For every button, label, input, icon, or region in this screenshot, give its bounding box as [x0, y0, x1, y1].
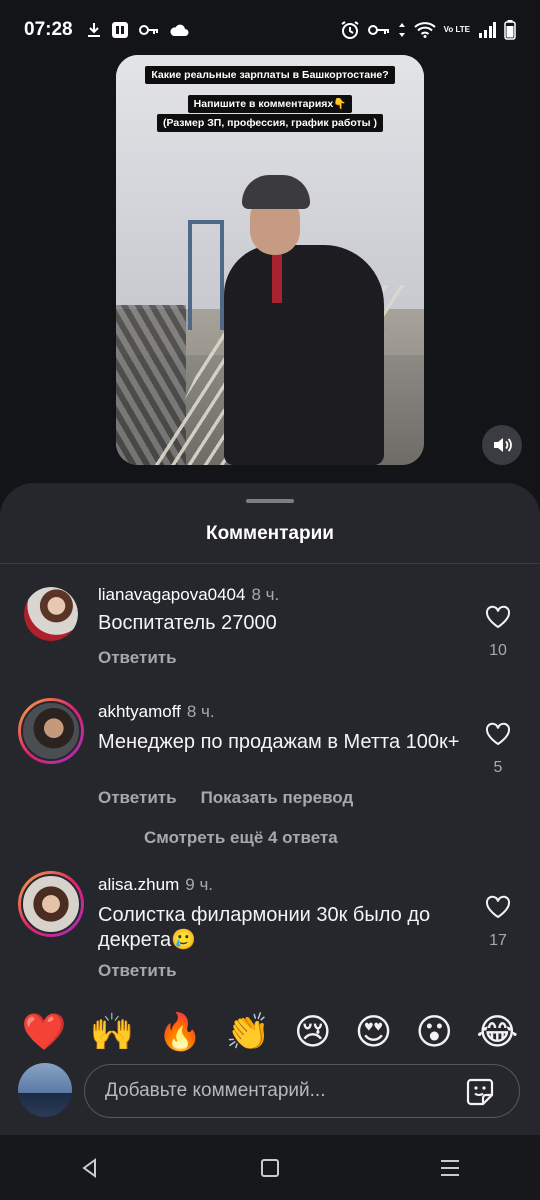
like-count: 17 — [489, 932, 507, 949]
my-avatar — [18, 1063, 72, 1117]
system-nav-bar — [0, 1135, 540, 1200]
video-caption: Какие реальные зарплаты в Башкортостане?… — [116, 65, 424, 132]
wifi-icon — [413, 22, 436, 38]
sticker-icon[interactable] — [463, 1075, 497, 1109]
emoji-raised-hands-button[interactable]: 🙌 — [90, 1013, 135, 1053]
like-group: 10 — [480, 605, 516, 660]
reply-button[interactable]: Ответить — [98, 788, 177, 808]
comment-input-bar: Добавьте комментарий... — [0, 1056, 540, 1136]
cloud-icon — [170, 24, 189, 36]
download-icon — [87, 23, 100, 37]
emoji-clapping-button[interactable]: 👏 — [226, 1013, 271, 1053]
comment-actions: Ответить — [98, 961, 177, 981]
comment-text: Воспитатель 27000 — [98, 612, 277, 634]
data-arrows-icon — [398, 23, 405, 37]
sound-toggle-button[interactable] — [482, 425, 522, 465]
video-bridge-tower — [188, 220, 224, 330]
signal-icon — [479, 22, 496, 38]
comment-username[interactable]: alisa.zhum — [98, 875, 179, 894]
like-group: 17 — [480, 895, 516, 950]
comment-time: 9 ч. — [185, 875, 214, 894]
comment-header: alisa.zhum 9 ч. — [98, 875, 213, 895]
comment-time: 8 ч. — [186, 702, 215, 721]
comment-input-placeholder: Добавьте комментарий... — [105, 1080, 326, 1101]
emoji-red-heart-button[interactable]: ❤️ — [22, 1013, 67, 1053]
sheet-title: Комментарии — [206, 523, 334, 544]
divider — [0, 563, 540, 564]
avatar[interactable] — [24, 587, 78, 641]
status-left-icons — [87, 21, 189, 39]
key-icon — [138, 25, 158, 35]
status-right-icons: Vo LTE — [340, 20, 516, 40]
nav-home-button[interactable] — [250, 1148, 290, 1188]
heart-icon[interactable] — [485, 605, 511, 629]
reply-button[interactable]: Ответить — [98, 648, 177, 668]
volte-icon: Vo LTE — [443, 25, 470, 34]
avatar[interactable] — [18, 698, 84, 764]
vpn-key-icon — [367, 25, 389, 35]
comment-input[interactable]: Добавьте комментарий... — [84, 1064, 520, 1118]
comment-actions: Ответить — [98, 648, 177, 668]
like-count: 5 — [493, 759, 503, 776]
comment-username[interactable]: lianavagapova0404 — [98, 585, 245, 604]
view-more-replies-button[interactable]: Смотреть ещё 4 ответа — [144, 828, 338, 848]
comment-actions: Ответить Показать перевод — [98, 788, 353, 808]
comment-text: Менеджер по продажам в Метта 100к+ — [98, 731, 460, 753]
comment-username[interactable]: akhtyamoff — [98, 702, 181, 721]
caption-title: Какие реальные зарплаты в Башкортостане? — [145, 66, 395, 84]
like-count: 10 — [489, 642, 507, 659]
video-person — [224, 175, 414, 465]
emoji-laughing-button[interactable]: 😂 — [476, 1013, 518, 1053]
emoji-fire-button[interactable]: 🔥 — [158, 1013, 203, 1053]
back-triangle-icon — [82, 1157, 96, 1178]
emoji-heart-eyes-button[interactable]: 😍 — [355, 1013, 393, 1053]
comment-header: lianavagapova0404 8 ч. — [98, 585, 279, 605]
status-time: 07:28 — [24, 19, 73, 40]
like-group: 5 — [480, 722, 516, 777]
battery-icon — [504, 20, 516, 40]
emoji-surprised-button[interactable]: 😮 — [416, 1013, 454, 1053]
speaker-icon — [494, 438, 512, 452]
emoji-crying-button[interactable]: 😢 — [294, 1013, 332, 1053]
caption-line-2: (Размер ЗП, профессия, график работы ) — [156, 114, 384, 132]
alarm-icon — [341, 21, 359, 39]
heart-icon[interactable] — [485, 722, 511, 746]
caption-line-1: Напишите в комментариях👇 — [187, 95, 353, 113]
sheet-grabber[interactable] — [246, 499, 294, 503]
heart-icon[interactable] — [485, 895, 511, 919]
nav-menu-button[interactable] — [430, 1148, 470, 1188]
comment-text: Солистка филармонии 30к было до декрета🥲 — [98, 904, 431, 951]
home-square-icon — [261, 1158, 279, 1177]
avatar[interactable] — [18, 871, 84, 937]
reply-button[interactable]: Ответить — [98, 961, 177, 981]
translate-button[interactable]: Показать перевод — [201, 788, 354, 808]
app-icon — [111, 22, 128, 38]
status-bar: 07:28 Vo LTE — [0, 0, 540, 60]
comment-header: akhtyamoff 8 ч. — [98, 702, 215, 722]
nav-back-button[interactable] — [70, 1148, 110, 1188]
reel-video[interactable]: Какие реальные зарплаты в Башкортостане?… — [116, 55, 424, 465]
menu-lines-icon — [441, 1159, 459, 1176]
comment-time: 8 ч. — [251, 585, 280, 604]
